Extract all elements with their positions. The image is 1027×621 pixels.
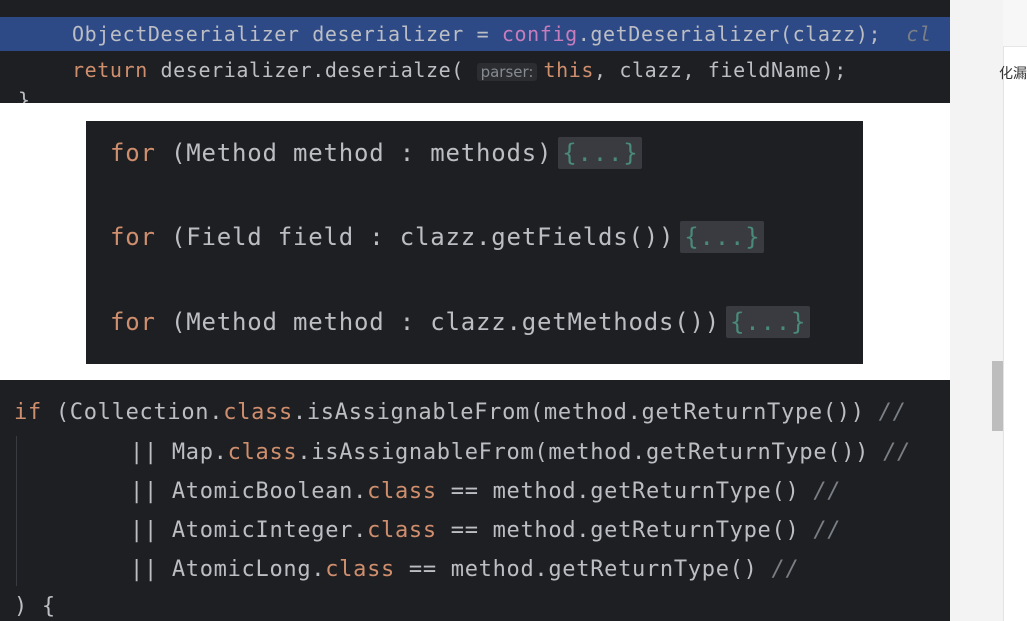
loop-header: (Method method : clazz.getMethods()) <box>171 308 720 336</box>
keyword-for: for <box>110 223 156 251</box>
code-text: == method.getReturnType() <box>394 557 758 582</box>
folded-block[interactable]: {...} <box>680 221 765 253</box>
code-text: (Collection. <box>55 400 224 425</box>
for-loop-class-methods: for (Method method : clazz.getMethods())… <box>110 306 811 338</box>
keyword-this: this <box>543 58 595 82</box>
closing-brace: } <box>18 88 31 103</box>
for-loop-methods: for (Method method : methods) {...} <box>110 137 643 169</box>
condition-atomic-long: || AtomicLong.class == method.getReturnT… <box>130 557 799 582</box>
if-line: if (Collection.class.isAssignableFrom(me… <box>14 400 907 425</box>
keyword-return: return <box>72 58 148 82</box>
method-call: .getDeserializer(clazz); <box>577 22 882 46</box>
keyword-class: class <box>367 479 437 504</box>
code-line-get-deserializer: ObjectDeserializer deserializer = config… <box>72 22 932 46</box>
line-comment: // <box>813 518 842 543</box>
code-snippet-deserializer: ObjectDeserializer deserializer = config… <box>0 0 950 103</box>
keyword-class: class <box>367 518 437 543</box>
trailing-comment: cl <box>906 22 932 46</box>
side-panel-header <box>1003 0 1027 47</box>
arguments: , clazz, fieldName); <box>594 58 847 82</box>
folded-block[interactable]: {...} <box>558 137 643 169</box>
folded-block[interactable]: {...} <box>725 306 811 338</box>
code-snippet-for-loops: for (Method method : methods) {...} for (… <box>86 121 863 364</box>
keyword-class: class <box>223 400 293 425</box>
code-text: || AtomicBoolean. <box>130 479 368 504</box>
indent-guide <box>16 436 17 586</box>
assign-operator: = <box>476 22 490 46</box>
keyword-for: for <box>110 139 156 167</box>
condition-map: || Map.class.isAssignableFrom(method.get… <box>130 440 911 465</box>
keyword-class: class <box>325 557 395 582</box>
line-comment: // <box>883 440 911 465</box>
line-comment: // <box>771 557 800 582</box>
code-line-return: return deserializer.deserialze( parser: t… <box>72 58 847 82</box>
scrollbar-thumb[interactable] <box>992 361 1003 431</box>
loop-header: (Field field : clazz.getFields()) <box>171 223 675 251</box>
code-text: || AtomicInteger. <box>130 518 368 543</box>
code-text: .isAssignableFrom(method.getReturnType()… <box>292 400 865 425</box>
line-comment: // <box>813 479 842 504</box>
code-snippet-if-condition: if (Collection.class.isAssignableFrom(me… <box>0 380 950 621</box>
method-call: deserializer.deserialze( <box>160 58 464 82</box>
side-panel-text: 化漏 <box>999 66 1027 82</box>
code-text: == method.getReturnType() <box>436 518 800 543</box>
side-panel <box>1003 0 1027 621</box>
keyword-for: for <box>110 308 156 336</box>
code-text: == method.getReturnType() <box>436 479 800 504</box>
keyword-class: class <box>227 440 298 465</box>
field-config: config <box>501 22 578 46</box>
code-text: || Map. <box>130 440 228 465</box>
closing-condition: ) { <box>14 594 56 619</box>
variable-name: deserializer <box>312 22 464 46</box>
line-comment: // <box>878 400 907 425</box>
code-text: .isAssignableFrom(method.getReturnType()… <box>297 440 870 465</box>
parameter-hint: parser: <box>476 63 538 81</box>
condition-atomic-boolean: || AtomicBoolean.class == method.getRetu… <box>130 479 841 504</box>
screenshot-collage: ObjectDeserializer deserializer = config… <box>0 0 1027 621</box>
loop-header: (Method method : methods) <box>171 139 553 167</box>
for-loop-fields: for (Field field : clazz.getFields()) {..… <box>110 221 765 253</box>
code-text: || AtomicLong. <box>130 557 326 582</box>
condition-atomic-integer: || AtomicInteger.class == method.getRetu… <box>130 518 841 543</box>
keyword-if: if <box>14 400 42 425</box>
type-name: ObjectDeserializer <box>72 22 300 46</box>
